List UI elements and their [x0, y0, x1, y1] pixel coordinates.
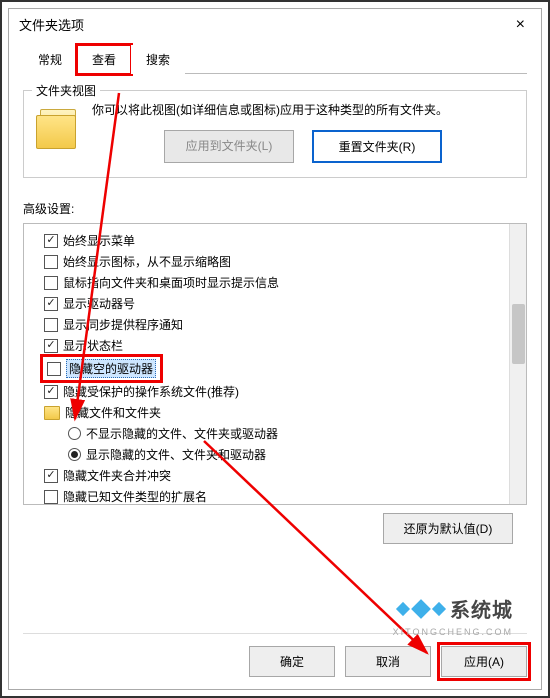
- folder-view-desc: 你可以将此视图(如详细信息或图标)应用于这种类型的所有文件夹。: [92, 101, 514, 120]
- opt-label: 显示隐藏的文件、文件夹和驱动器: [86, 446, 266, 463]
- folder-icon: [36, 105, 80, 153]
- opt-show-tooltips[interactable]: 鼠标指向文件夹和桌面项时显示提示信息: [28, 272, 522, 293]
- close-button[interactable]: ×: [510, 16, 531, 34]
- opt-label: 隐藏已知文件类型的扩展名: [63, 488, 207, 505]
- scroll-thumb[interactable]: [512, 304, 525, 364]
- watermark-text: 系统城: [450, 594, 513, 623]
- opt-label: 显示驱动器号: [63, 295, 135, 312]
- opt-always-show-icons[interactable]: 始终显示图标，从不显示缩略图: [28, 251, 522, 272]
- opt-label: 始终显示图标，从不显示缩略图: [63, 253, 231, 270]
- opt-label: 鼠标指向文件夹和桌面项时显示提示信息: [63, 274, 279, 291]
- checkbox-icon[interactable]: [44, 318, 58, 332]
- opt-label: 隐藏文件夹合并冲突: [63, 467, 171, 484]
- opt-label: 隐藏受保护的操作系统文件(推荐): [63, 383, 239, 400]
- tab-view[interactable]: 查看: [77, 45, 131, 74]
- dialog-title: 文件夹选项: [19, 15, 84, 34]
- opt-hide-extensions[interactable]: 隐藏已知文件类型的扩展名: [28, 486, 522, 505]
- scrollbar[interactable]: [509, 224, 526, 504]
- radio-icon[interactable]: [68, 448, 81, 461]
- content-area: 文件夹视图 你可以将此视图(如详细信息或图标)应用于这种类型的所有文件夹。 应用…: [9, 74, 541, 554]
- watermark: 系统城: [398, 594, 513, 623]
- advanced-label: 高级设置:: [23, 200, 527, 217]
- apply-button[interactable]: 应用(A): [441, 646, 527, 677]
- tab-general[interactable]: 常规: [23, 45, 77, 74]
- checkbox-icon[interactable]: ✓: [44, 339, 58, 353]
- opt-always-show-menu[interactable]: ✓ 始终显示菜单: [28, 230, 522, 251]
- opt-hide-empty-drives[interactable]: 隐藏空的驱动器: [28, 356, 522, 381]
- opt-show-drive-letters[interactable]: ✓ 显示驱动器号: [28, 293, 522, 314]
- opt-label: 始终显示菜单: [63, 232, 135, 249]
- checkbox-icon[interactable]: ✓: [44, 385, 58, 399]
- opt-label: 不显示隐藏的文件、文件夹或驱动器: [86, 425, 278, 442]
- opt-label: 显示状态栏: [63, 337, 123, 354]
- opt-label: 隐藏文件和文件夹: [65, 404, 161, 421]
- opt-show-sync-notifications[interactable]: 显示同步提供程序通知: [28, 314, 522, 335]
- folder-mini-icon: [44, 406, 60, 420]
- checkbox-icon[interactable]: [44, 255, 58, 269]
- opt-label: 显示同步提供程序通知: [63, 316, 183, 333]
- ok-button[interactable]: 确定: [249, 646, 335, 677]
- folder-options-dialog: 文件夹选项 × 常规 查看 搜索 文件夹视图 你可以将此视图(如详细信息或图标)…: [8, 8, 542, 690]
- tab-search[interactable]: 搜索: [131, 45, 185, 74]
- checkbox-icon[interactable]: [44, 276, 58, 290]
- radio-icon[interactable]: [68, 427, 81, 440]
- opt-hidden-files-group[interactable]: 隐藏文件和文件夹: [28, 402, 522, 423]
- checkbox-icon[interactable]: ✓: [44, 297, 58, 311]
- apply-to-folders-button: 应用到文件夹(L): [164, 130, 294, 163]
- cancel-button[interactable]: 取消: [345, 646, 431, 677]
- folder-view-group: 文件夹视图 你可以将此视图(如详细信息或图标)应用于这种类型的所有文件夹。 应用…: [23, 90, 527, 178]
- dialog-button-row: 确定 取消 应用(A): [23, 633, 527, 677]
- opt-show-hidden[interactable]: 显示隐藏的文件、文件夹和驱动器: [28, 444, 522, 465]
- folder-view-title: 文件夹视图: [32, 82, 100, 99]
- tab-strip: 常规 查看 搜索: [23, 44, 527, 74]
- checkbox-icon[interactable]: ✓: [44, 234, 58, 248]
- opt-hide-merge-conflicts[interactable]: ✓ 隐藏文件夹合并冲突: [28, 465, 522, 486]
- advanced-settings-list[interactable]: ✓ 始终显示菜单 始终显示图标，从不显示缩略图 鼠标指向文件夹和桌面项时显示提示…: [23, 223, 527, 505]
- opt-hide-protected-os-files[interactable]: ✓ 隐藏受保护的操作系统文件(推荐): [28, 381, 522, 402]
- restore-defaults-button[interactable]: 还原为默认值(D): [383, 513, 513, 544]
- titlebar: 文件夹选项 ×: [9, 9, 541, 40]
- checkbox-icon[interactable]: ✓: [44, 469, 58, 483]
- reset-folders-button[interactable]: 重置文件夹(R): [312, 130, 442, 163]
- opt-dont-show-hidden[interactable]: 不显示隐藏的文件、文件夹或驱动器: [28, 423, 522, 444]
- checkbox-icon[interactable]: [47, 362, 61, 376]
- opt-show-status-bar[interactable]: ✓ 显示状态栏: [28, 335, 522, 356]
- opt-label: 隐藏空的驱动器: [66, 359, 156, 378]
- checkbox-icon[interactable]: [44, 490, 58, 504]
